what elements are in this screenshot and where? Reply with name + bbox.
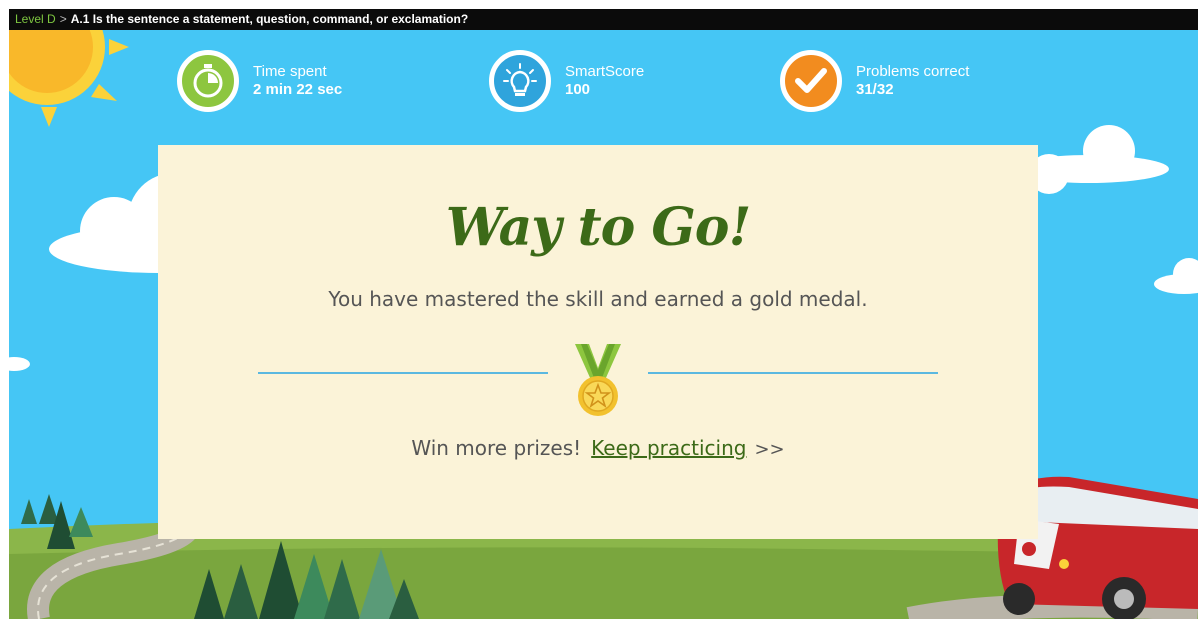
- headline: Way to Go!: [445, 197, 752, 258]
- breadcrumb: Level D > A.1 Is the sentence a statement,…: [9, 9, 1198, 30]
- problems-correct-value: 31/32: [856, 81, 894, 98]
- prize-text: Win more prizes!: [411, 436, 582, 460]
- time-spent-label: Time spent: [253, 63, 327, 80]
- keep-practicing-arrows: >>: [754, 439, 785, 460]
- smartscore-label: SmartScore: [565, 63, 645, 80]
- app-frame: Level D > A.1 Is the sentence a statement,…: [9, 9, 1198, 619]
- divider-right: [648, 372, 938, 374]
- divider-left: [258, 372, 548, 374]
- breadcrumb-level-link[interactable]: Level D: [15, 12, 56, 26]
- stat-problems-correct: Problems correct 31/32: [780, 50, 969, 112]
- gold-medal-icon: [575, 344, 621, 416]
- keep-practicing-link[interactable]: Keep practicing: [591, 436, 746, 460]
- mastery-message: You have mastered the skill and earned a…: [328, 287, 868, 311]
- breadcrumb-skill-title: A.1 Is the sentence a statement, questio…: [70, 12, 469, 26]
- time-spent-value: 2 min 22 sec: [253, 81, 343, 98]
- stat-time-spent: Time spent 2 min 22 sec: [177, 50, 342, 112]
- stopwatch-icon: [177, 50, 239, 112]
- congratulations-card: Way to Go! You have mastered the skill a…: [158, 145, 1038, 539]
- breadcrumb-separator: >: [59, 12, 67, 26]
- stat-smartscore: SmartScore 100: [489, 50, 644, 112]
- prize-line: Win more prizes! Keep practicing >>: [158, 436, 1038, 460]
- checkmark-icon: [780, 50, 842, 112]
- smartscore-value: 100: [565, 81, 591, 98]
- lightbulb-icon: [489, 50, 551, 112]
- problems-correct-label: Problems correct: [856, 63, 970, 80]
